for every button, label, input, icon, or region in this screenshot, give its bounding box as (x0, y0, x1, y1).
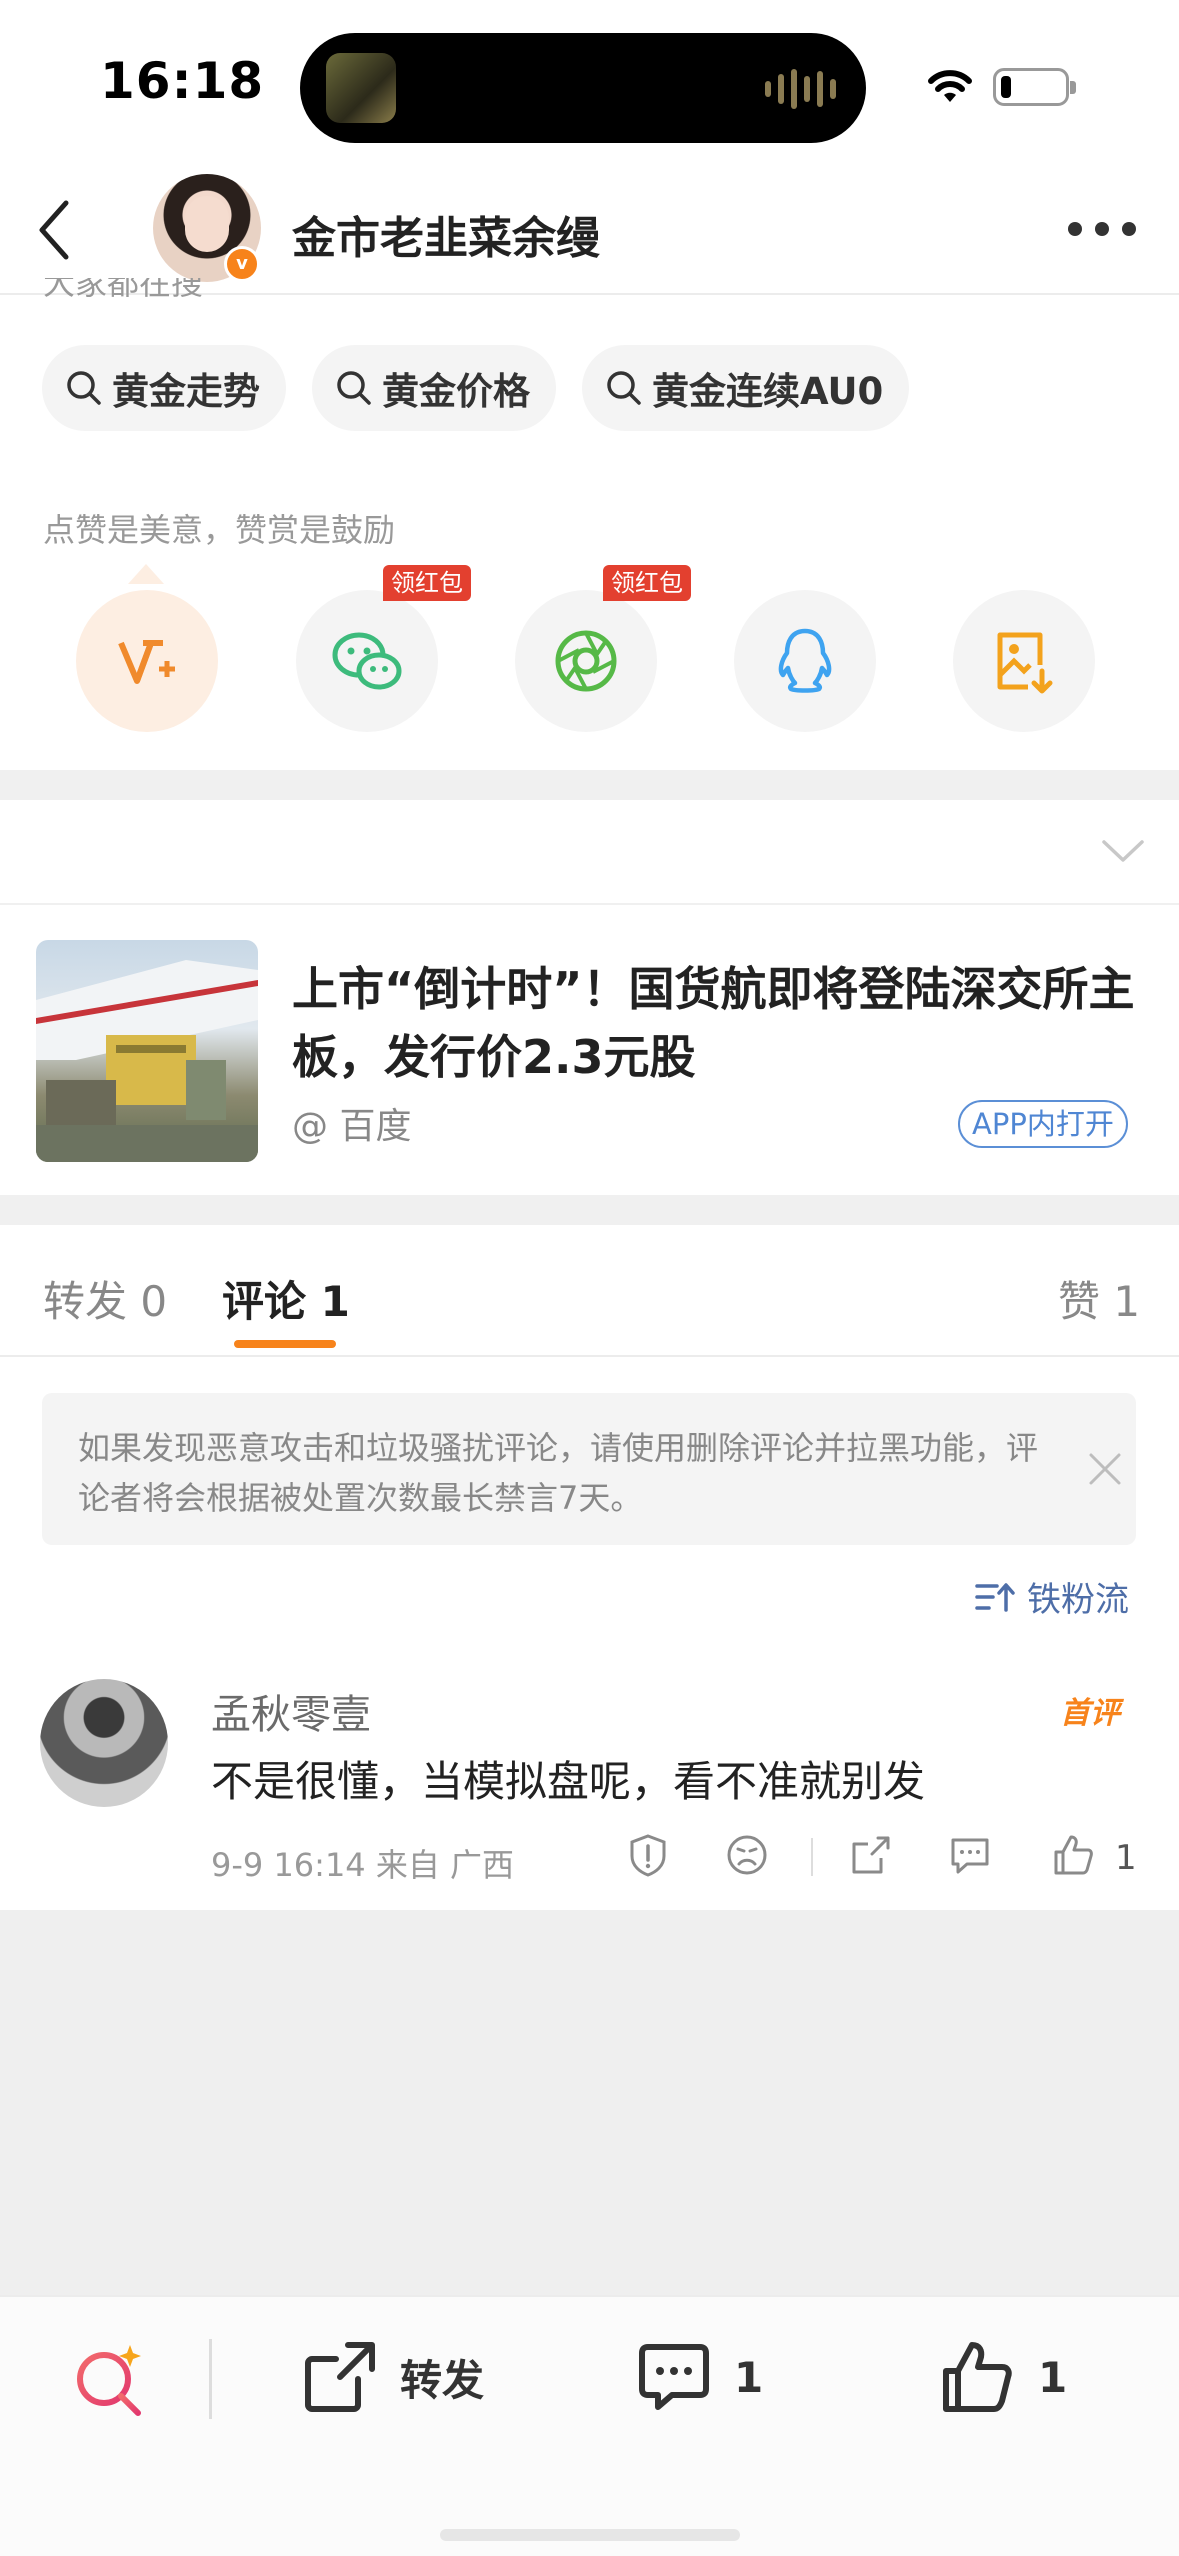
cargo-plane-image (36, 960, 258, 1162)
bottom-action-bar: 转发 1 1 (0, 2295, 1179, 2556)
bar-divider (209, 2339, 212, 2419)
vip-reward-icon (118, 640, 175, 684)
like-count: 1 (1038, 2352, 1068, 2402)
search-icon (67, 371, 101, 405)
commenter-name[interactable]: 孟秋零壹 (211, 1682, 371, 1740)
empty-area (0, 1910, 1179, 2295)
red-packet-tag: 领红包 (603, 565, 691, 601)
verified-badge-icon: v (224, 246, 260, 282)
comment-notice: 如果发现恶意攻击和垃圾骚扰评论，请使用删除评论并拉黑功能，评论者将会根据被处置次… (42, 1393, 1136, 1545)
sort-label: 铁粉流 (1027, 1580, 1129, 1620)
tab-likes[interactable]: 赞 1 (1058, 1268, 1140, 1329)
active-tab-indicator (234, 1340, 336, 1348)
wechat-icon (332, 632, 402, 690)
share-row: 领红包 领红包 (0, 564, 1179, 735)
like-button[interactable]: 1 (940, 2339, 1067, 2415)
share-qq-button[interactable] (734, 590, 876, 732)
reward-pointer (128, 564, 164, 584)
dynamic-island[interactable] (300, 33, 866, 143)
search-chip-label: 黄金走势 (112, 370, 260, 413)
section-divider (0, 1195, 1179, 1225)
search-icon (607, 371, 641, 405)
repost-label: 转发 (400, 2355, 485, 2405)
search-heading: 大家都在搜 (43, 278, 204, 300)
section-divider (0, 770, 1179, 800)
comment-text[interactable]: 不是很懂，当模拟盘呢，看不准就别发 (211, 1748, 925, 1809)
notice-text: 如果发现恶意攻击和垃圾骚扰评论，请使用删除评论并拉黑功能，评论者将会根据被处置次… (78, 1429, 1039, 1517)
report-icon[interactable] (625, 1832, 671, 1878)
search-chip[interactable]: 黄金价格 (312, 345, 556, 431)
author-name[interactable]: 金市老韭菜余缦 (292, 202, 600, 266)
home-indicator[interactable] (440, 2529, 740, 2541)
save-image-button[interactable] (953, 590, 1095, 732)
close-icon[interactable] (1087, 1451, 1123, 1487)
comment-meta: 9-9 16:14 来自 广西 (211, 1846, 515, 1884)
tab-reposts[interactable]: 转发 0 (43, 1268, 167, 1329)
reply-icon[interactable] (947, 1832, 993, 1878)
chevron-down-icon[interactable] (1100, 838, 1146, 866)
reward-button[interactable] (76, 590, 218, 732)
comment-actions: 1 (625, 1832, 1145, 1882)
wifi-icon (928, 70, 972, 102)
commenter-avatar[interactable] (40, 1679, 168, 1807)
first-comment-badge: 首评 (1060, 1696, 1120, 1731)
red-packet-tag: 领红包 (383, 565, 471, 601)
tab-comments[interactable]: 评论 1 (222, 1268, 350, 1329)
moments-icon (555, 630, 617, 692)
action-divider (811, 1838, 813, 1876)
search-chip[interactable]: 黄金走势 (42, 345, 286, 431)
search-chip-label: 黄金连续AU0 (652, 370, 884, 413)
qq-icon (778, 628, 832, 693)
ai-search-icon[interactable] (70, 2339, 150, 2419)
link-source: @ 百度 (292, 1106, 412, 1147)
comment-item: 孟秋零壹 首评 不是很懂，当模拟盘呢，看不准就别发 9-9 16:14 来自 广… (0, 1660, 1179, 1910)
comment-count: 1 (734, 2352, 764, 2402)
comment-icon (639, 2344, 709, 2410)
share-wechat-button[interactable] (296, 590, 438, 732)
repost-icon (305, 2342, 375, 2412)
thumbs-up-icon (943, 2342, 1012, 2412)
status-bar: 16:18 (0, 0, 1179, 170)
share-moments-button[interactable] (515, 590, 657, 732)
audio-wave-icon (765, 67, 836, 111)
status-time: 16:18 (100, 52, 265, 110)
post-header: v 金市老韭菜余缦 (0, 170, 1179, 295)
reward-label: 点赞是美意，赞赏是鼓励 (43, 511, 396, 549)
sort-button[interactable]: 铁粉流 (975, 1572, 1129, 1621)
link-card[interactable]: 上市“倒计时”！国货航即将登陆深交所主板，发行价2.3元股 @ 百度 APP内打… (0, 905, 1179, 1195)
more-options-icon[interactable] (1068, 222, 1136, 236)
search-icon (337, 371, 371, 405)
back-icon[interactable] (30, 195, 80, 265)
comment-like-count: 1 (1115, 1838, 1137, 1878)
dislike-face-icon[interactable] (724, 1832, 770, 1878)
sort-icon (975, 1582, 1015, 1612)
open-in-app-button[interactable]: APP内打开 (958, 1100, 1128, 1148)
search-chip[interactable]: 黄金连续AU0 (582, 345, 910, 431)
interaction-tabs: 转发 0 评论 1 赞 1 (0, 1225, 1179, 1357)
like-icon[interactable] (1050, 1832, 1096, 1878)
now-playing-thumbnail (326, 53, 396, 123)
comment-button[interactable]: 1 (636, 2339, 763, 2415)
collapse-row[interactable] (0, 800, 1179, 905)
save-image-icon (997, 632, 1053, 694)
link-thumbnail (36, 940, 258, 1162)
battery-icon (993, 68, 1076, 106)
search-chip-label: 黄金价格 (382, 370, 530, 413)
forward-icon[interactable] (848, 1832, 894, 1878)
link-title[interactable]: 上市“倒计时”！国货航即将登陆深交所主板，发行价2.3元股 (292, 955, 1152, 1091)
search-chips: 黄金走势 黄金价格 黄金连续AU0 (42, 345, 910, 431)
repost-button[interactable]: 转发 (302, 2339, 484, 2415)
